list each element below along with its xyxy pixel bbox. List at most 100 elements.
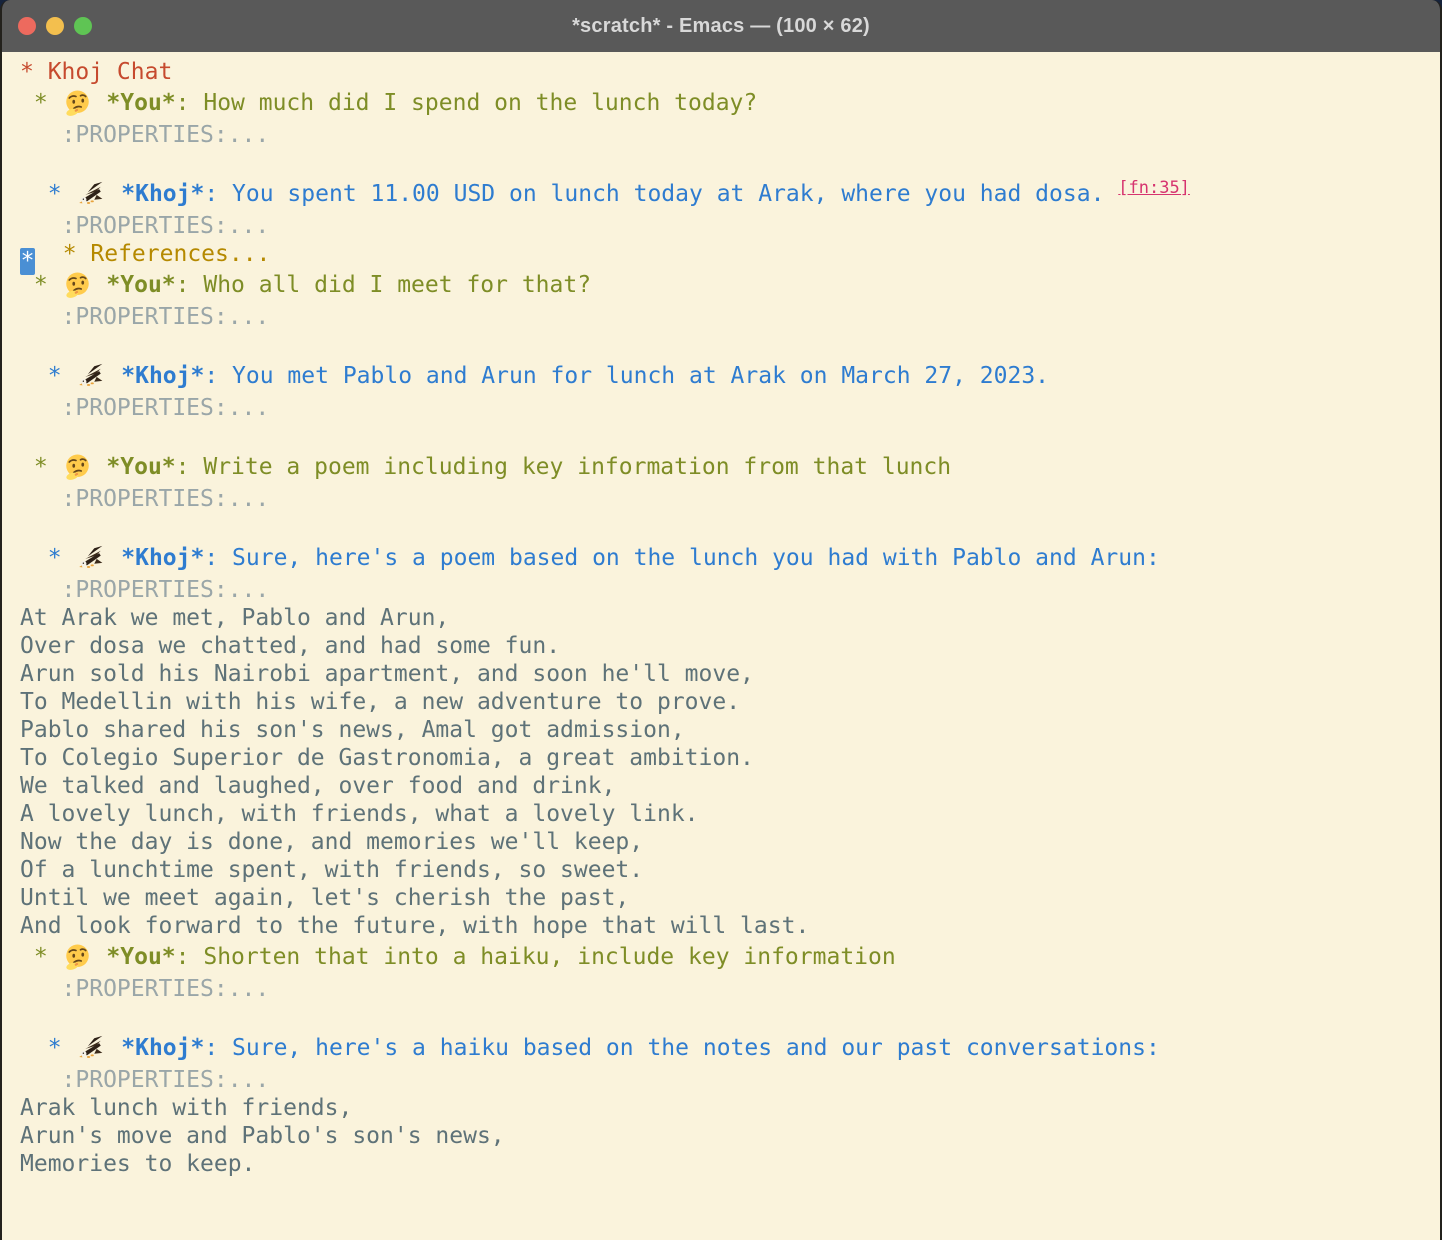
response-text-line: And look forward to the future, with hop…: [20, 912, 1436, 940]
user-message-heading: * *You*: How much did I spend on the lun…: [20, 86, 1436, 121]
properties-drawer: :PROPERTIES:...: [20, 975, 1436, 1003]
org-bullet: *: [20, 454, 62, 480]
traffic-lights: [18, 0, 92, 52]
response-text-line: To Medellin with his wife, a new adventu…: [20, 688, 1436, 716]
org-bullet: *: [20, 363, 75, 389]
speaker-label-khoj: *Khoj*: [121, 545, 204, 571]
properties-drawer: :PROPERTIES:...: [20, 1066, 1436, 1094]
message-text: : Sure, here's a poem based on the lunch…: [204, 545, 1159, 571]
org-bullet: *: [20, 545, 75, 571]
response-text-line: Arun's move and Pablo's son's news,: [20, 1122, 1436, 1150]
message-text: : Shorten that into a haiku, include key…: [176, 944, 896, 970]
properties-drawer-text[interactable]: :PROPERTIES:...: [20, 122, 269, 148]
properties-drawer-text[interactable]: :PROPERTIES:...: [20, 304, 269, 330]
properties-drawer: :PROPERTIES:...: [20, 303, 1436, 331]
response-text: To Colegio Superior de Gastronomia, a gr…: [20, 745, 754, 771]
speaker-label-you: *You*: [106, 272, 175, 298]
zoom-button[interactable]: [74, 17, 92, 35]
response-text-line: To Colegio Superior de Gastronomia, a gr…: [20, 744, 1436, 772]
org-bullet: *: [20, 944, 62, 970]
properties-drawer-text[interactable]: :PROPERTIES:...: [20, 1067, 269, 1093]
response-text-line: Over dosa we chatted, and had some fun.: [20, 632, 1436, 660]
khoj-message-heading: * *Khoj*: You spent 11.00 USD on lunch t…: [20, 177, 1436, 212]
response-text-line: Of a lunchtime spent, with friends, so s…: [20, 856, 1436, 884]
properties-drawer-text[interactable]: :PROPERTIES:...: [20, 213, 269, 239]
user-message-heading: * *You*: Who all did I meet for that?: [20, 268, 1436, 303]
spacer: [107, 1035, 121, 1061]
blank-line: [20, 513, 1436, 541]
blank-line: [20, 149, 1436, 177]
response-text: Arak lunch with friends,: [20, 1095, 352, 1121]
org-bullet: *: [20, 272, 62, 298]
references-text[interactable]: * References...: [35, 241, 270, 267]
message-text: : Write a poem including key information…: [176, 454, 951, 480]
message-text: : Sure, here's a haiku based on the note…: [204, 1035, 1159, 1061]
response-text-line: A lovely lunch, with friends, what a lov…: [20, 800, 1436, 828]
spacer: [93, 272, 107, 298]
speaker-label-khoj: *Khoj*: [121, 181, 204, 207]
org-bullet: *: [20, 181, 75, 207]
response-text: Arun's move and Pablo's son's news,: [20, 1123, 505, 1149]
properties-drawer: :PROPERTIES:...: [20, 485, 1436, 513]
response-text: Memories to keep.: [20, 1151, 255, 1177]
properties-drawer: :PROPERTIES:...: [20, 212, 1436, 240]
speaker-label-khoj: *Khoj*: [121, 363, 204, 389]
blank-line: [20, 1003, 1436, 1031]
user-message-heading: * *You*: Write a poem including key info…: [20, 450, 1436, 485]
close-button[interactable]: [18, 17, 36, 35]
properties-drawer-text[interactable]: :PROPERTIES:...: [20, 976, 269, 1002]
speaker-label-khoj: *Khoj*: [121, 1035, 204, 1061]
speaker-label-you: *You*: [106, 90, 175, 116]
emacs-window: *scratch* - Emacs — (100 × 62) * Khoj Ch…: [0, 0, 1442, 1240]
khoj-message-heading: * *Khoj*: You met Pablo and Arun for lun…: [20, 359, 1436, 394]
references-heading: * * References...: [20, 240, 1436, 268]
spacer: [93, 90, 107, 116]
org-bullet: *: [20, 1035, 75, 1061]
properties-drawer: :PROPERTIES:...: [20, 576, 1436, 604]
khoj-message-heading: * *Khoj*: Sure, here's a haiku based on …: [20, 1031, 1436, 1066]
org-bullet: *: [20, 90, 62, 116]
response-text-line: At Arak we met, Pablo and Arun,: [20, 604, 1436, 632]
footnote-link[interactable]: [fn:35]: [1118, 178, 1190, 198]
properties-drawer-text[interactable]: :PROPERTIES:...: [20, 486, 269, 512]
properties-drawer: :PROPERTIES:...: [20, 394, 1436, 422]
response-text: And look forward to the future, with hop…: [20, 913, 809, 939]
response-text-line: Arak lunch with friends,: [20, 1094, 1436, 1122]
response-text: To Medellin with his wife, a new adventu…: [20, 689, 740, 715]
response-text: Until we meet again, let's cherish the p…: [20, 885, 629, 911]
minimize-button[interactable]: [46, 17, 64, 35]
response-text: Now the day is done, and memories we'll …: [20, 829, 643, 855]
response-text: Of a lunchtime spent, with friends, so s…: [20, 857, 643, 883]
user-message-heading: * *You*: Shorten that into a haiku, incl…: [20, 940, 1436, 975]
speaker-label-you: *You*: [106, 454, 175, 480]
response-text-line: Arun sold his Nairobi apartment, and soo…: [20, 660, 1436, 688]
spacer: [107, 181, 121, 207]
response-text-line: Until we meet again, let's cherish the p…: [20, 884, 1436, 912]
response-text: Pablo shared his son's news, Amal got ad…: [20, 717, 685, 743]
chat-title-heading: * Khoj Chat: [20, 58, 1436, 86]
khoj-message-heading: * *Khoj*: Sure, here's a poem based on t…: [20, 541, 1436, 576]
message-text: : How much did I spend on the lunch toda…: [176, 90, 758, 116]
spacer: [107, 363, 121, 389]
editor-buffer[interactable]: * Khoj Chat * *You*: How much did I spen…: [2, 52, 1440, 1240]
blank-line: [20, 422, 1436, 450]
response-text: Arun sold his Nairobi apartment, and soo…: [20, 661, 754, 687]
window-title: *scratch* - Emacs — (100 × 62): [572, 15, 870, 38]
properties-drawer: :PROPERTIES:...: [20, 121, 1436, 149]
message-text: : You met Pablo and Arun for lunch at Ar…: [204, 363, 1049, 389]
response-text: Over dosa we chatted, and had some fun.: [20, 633, 560, 659]
response-text-line: Memories to keep.: [20, 1150, 1436, 1178]
response-text: At Arak we met, Pablo and Arun,: [20, 605, 449, 631]
properties-drawer-text[interactable]: :PROPERTIES:...: [20, 395, 269, 421]
spacer: [93, 944, 107, 970]
response-text-line: Pablo shared his son's news, Amal got ad…: [20, 716, 1436, 744]
spacer: [93, 454, 107, 480]
blank-line: [20, 331, 1436, 359]
heading-text: * Khoj Chat: [20, 59, 172, 85]
response-text: We talked and laughed, over food and dri…: [20, 773, 615, 799]
message-text: : Who all did I meet for that?: [176, 272, 591, 298]
response-text-line: We talked and laughed, over food and dri…: [20, 772, 1436, 800]
titlebar: *scratch* - Emacs — (100 × 62): [2, 0, 1440, 52]
properties-drawer-text[interactable]: :PROPERTIES:...: [20, 577, 269, 603]
speaker-label-you: *You*: [106, 944, 175, 970]
